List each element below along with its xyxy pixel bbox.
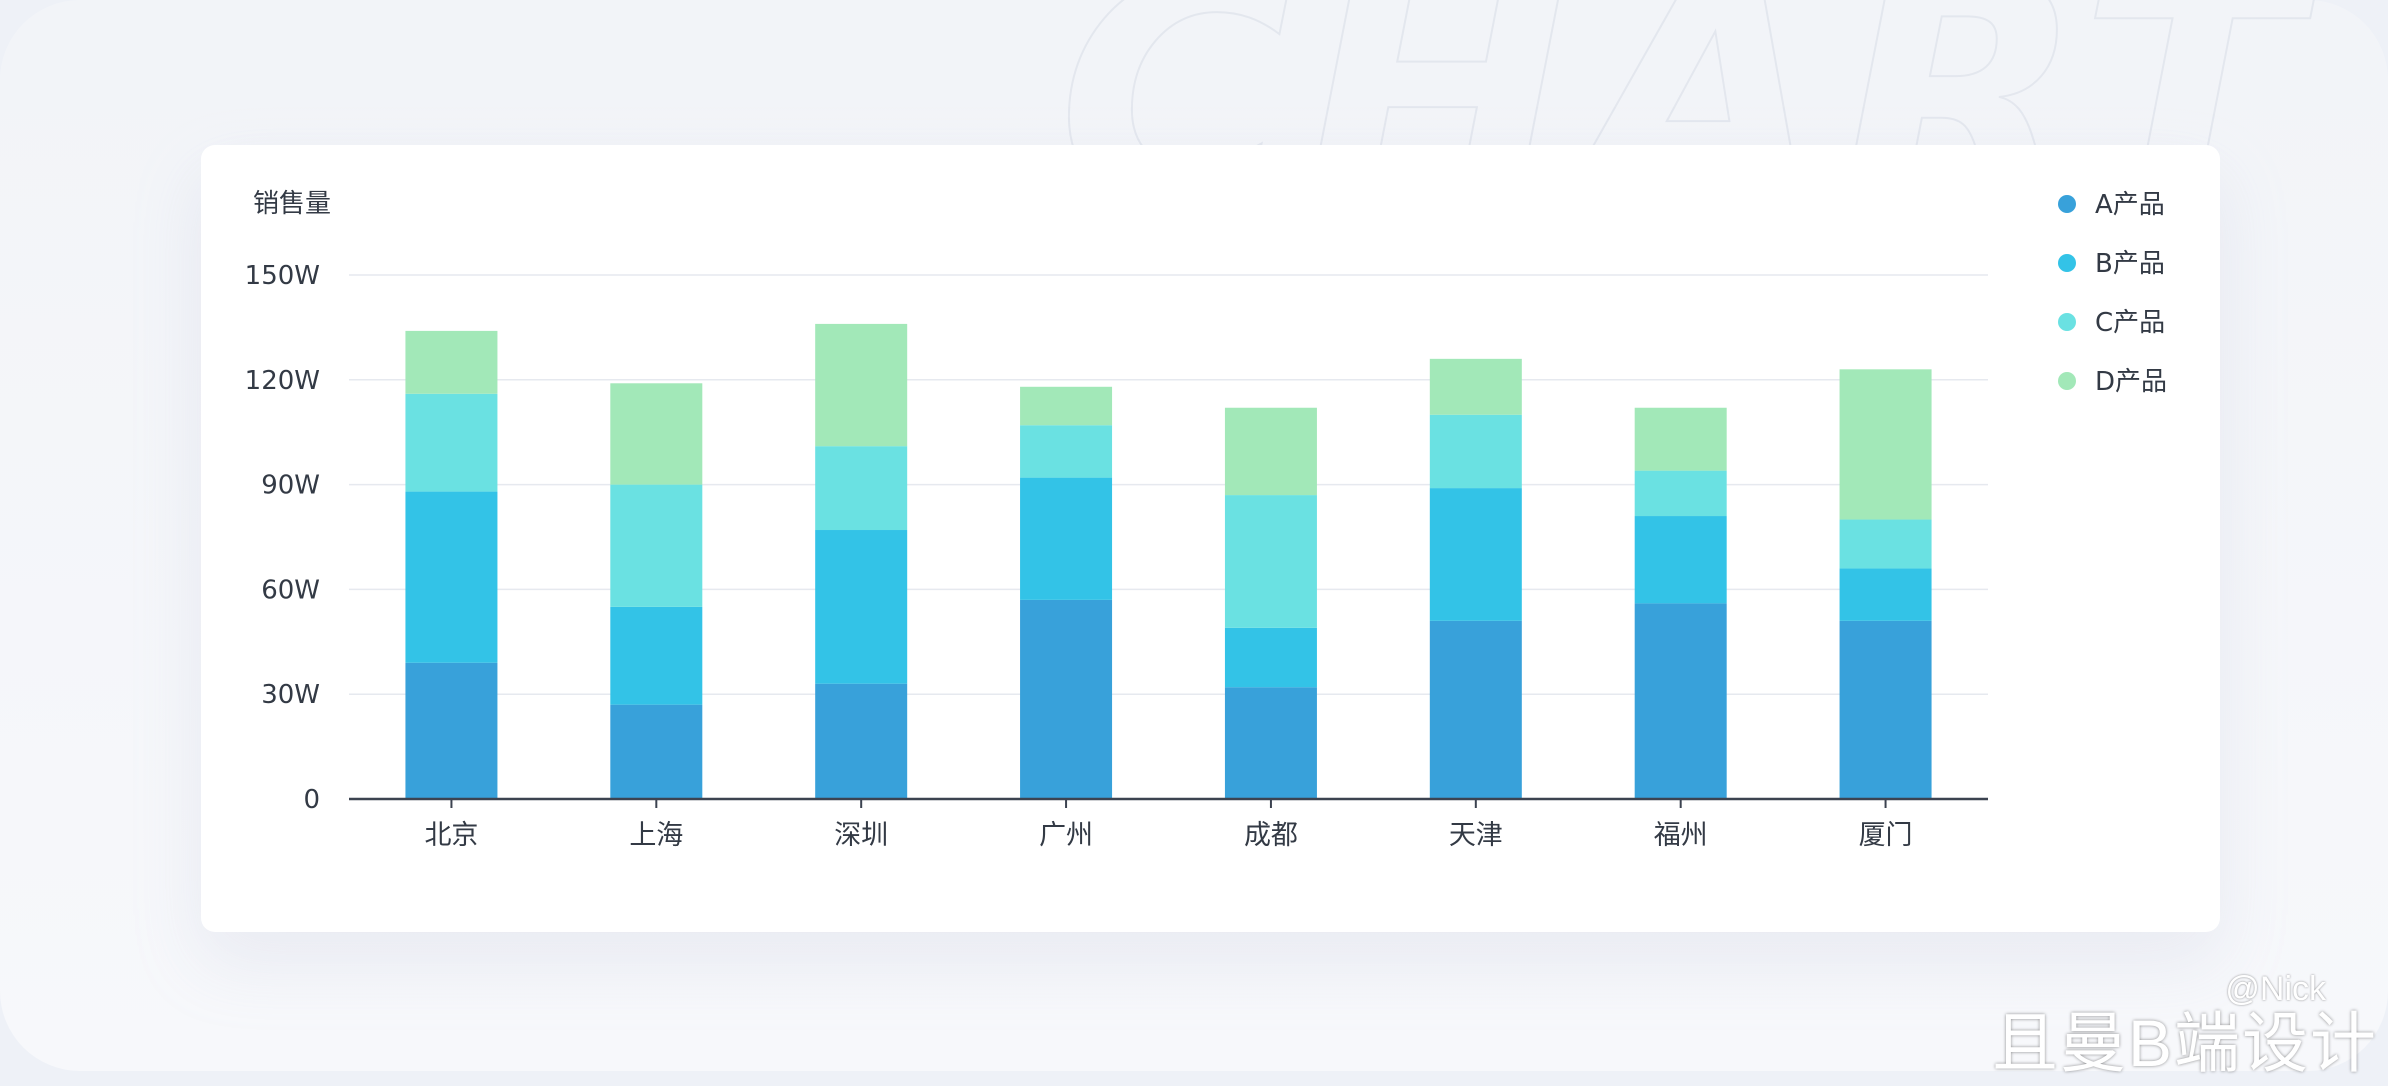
bar-segment (405, 662, 498, 799)
bar-segment (1429, 414, 1522, 489)
bar-segment (1839, 568, 1932, 621)
y-tick-label: 60W (261, 575, 320, 605)
y-tick-label: 150W (245, 261, 320, 291)
stacked-bar-chart: 销售量 0 30W 60W 90W 120W 150W 北京 上海 深圳 广州 成都 天津 福州 厦门 A产品… (245, 189, 2167, 851)
legend-marker (2058, 254, 2076, 272)
bar-segment (1020, 477, 1113, 600)
bar-segment (1429, 488, 1522, 621)
y-tick-label: 90W (261, 471, 320, 501)
legend-label: C产品 (2095, 308, 2165, 338)
bar-segment (1839, 620, 1932, 799)
x-tick-label: 深圳 (834, 820, 888, 851)
legend-marker (2058, 313, 2076, 331)
bar-segment (1634, 603, 1727, 799)
x-tick-label: 福州 (1654, 820, 1708, 851)
bar-segment (815, 446, 908, 531)
bar-segment (610, 484, 703, 607)
bar-segment (1634, 470, 1727, 517)
x-tick-label: 成都 (1244, 820, 1298, 851)
bar-segment (1839, 519, 1932, 569)
y-tick-label: 30W (261, 680, 320, 710)
bar-segment (1224, 627, 1317, 688)
bar-segment (1020, 599, 1113, 799)
legend-label: D产品 (2095, 367, 2167, 397)
bar-segment (1634, 407, 1727, 471)
bar-segment (1429, 620, 1522, 799)
bar-segment (1020, 425, 1113, 478)
legend-marker (2058, 195, 2076, 213)
x-tick-label: 天津 (1449, 820, 1503, 851)
bar-segment (610, 606, 703, 705)
bar-segment (815, 683, 908, 799)
y-tick-label: 120W (245, 366, 320, 396)
x-tick-label: 广州 (1039, 820, 1093, 851)
bar-segment (405, 491, 498, 663)
bar-segment (1224, 495, 1317, 628)
legend-marker (2058, 372, 2076, 390)
bar-segment (1224, 407, 1317, 496)
legend-label: A产品 (2095, 190, 2165, 220)
bar-segment (1020, 386, 1113, 426)
bar-segment (610, 704, 703, 799)
x-tick-label: 厦门 (1859, 820, 1913, 851)
bar-segment (1429, 358, 1522, 415)
bar-segment (405, 330, 498, 394)
y-tick-label: 0 (303, 785, 320, 815)
bar-segment (610, 383, 703, 485)
bar-segment (815, 530, 908, 684)
x-tick-label: 北京 (424, 820, 478, 851)
chart-card: 销售量 0 30W 60W 90W 120W 150W 北京 上海 深圳 广州 成都 天津 福州 厦门 A产品… (201, 145, 2220, 932)
y-axis-title: 销售量 (253, 189, 331, 219)
bar-segment (1634, 516, 1727, 604)
bar-segment (405, 393, 498, 492)
credit-name: 且曼B端设计 (1991, 1006, 2378, 1080)
bar-segment (1839, 369, 1932, 520)
legend-label: B产品 (2095, 249, 2165, 279)
x-tick-label: 上海 (629, 820, 683, 851)
bar-segment (1224, 687, 1317, 799)
bar-segment (815, 323, 908, 447)
